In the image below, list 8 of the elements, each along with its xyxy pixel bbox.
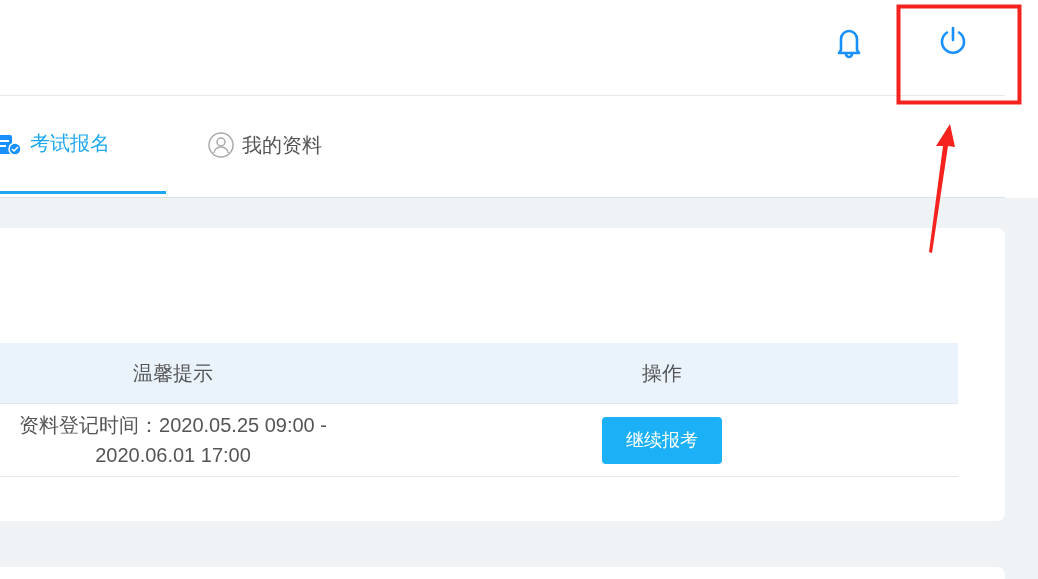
column-header: 操作 xyxy=(642,360,682,386)
tab[interactable]: 考试报名 xyxy=(0,96,166,194)
tab[interactable]: 我的资料 xyxy=(166,96,322,197)
table-cell-text: 资料登记时间：2020.05.25 09:00 - 2020.06.01 17:00 xyxy=(18,413,328,468)
power-icon[interactable] xyxy=(938,25,968,56)
user-icon xyxy=(208,132,234,158)
column-header: 温馨提示 xyxy=(133,360,213,386)
continue-button[interactable]: 继续报考 xyxy=(602,416,722,464)
